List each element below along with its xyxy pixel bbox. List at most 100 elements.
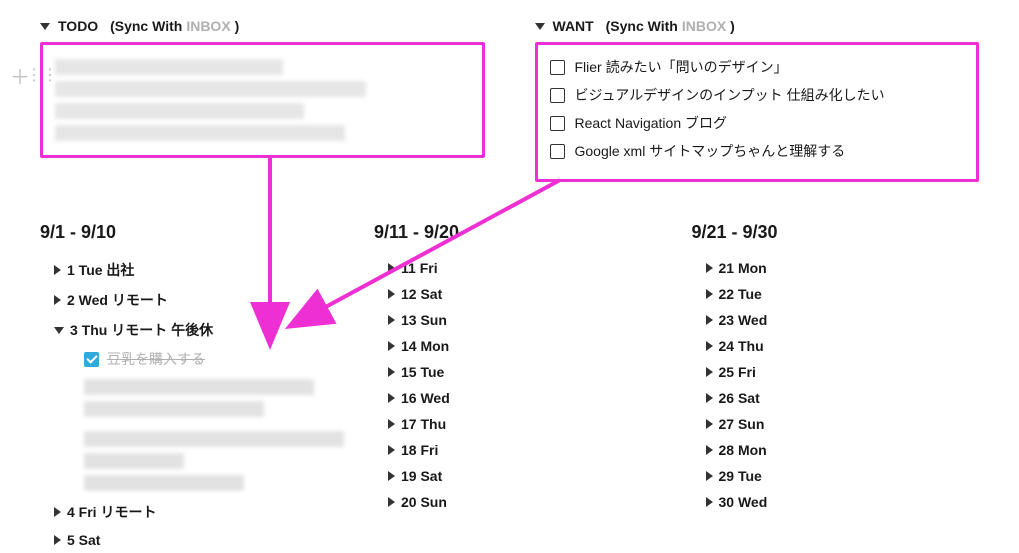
day-toggle[interactable]: 26 Sat [706,385,980,411]
day-toggle[interactable]: 4 Fri リモート [54,497,344,527]
day-toggle[interactable]: 23 Wed [706,307,980,333]
chevron-right-icon[interactable] [388,289,395,299]
day-label: 27 Sun [719,416,765,432]
day-toggle[interactable]: 25 Fri [706,359,980,385]
day-toggle[interactable]: 5 Sat [54,527,344,553]
sync-label-open: (Sync With [110,18,182,34]
chevron-right-icon[interactable] [388,393,395,403]
subtask-text: 豆乳を購入する [107,349,205,369]
redacted-block [84,379,344,491]
day-label: 24 Thu [719,338,764,354]
want-item[interactable]: Flier 読みたい「問いのデザイン」 [550,53,965,81]
day-label: 12 Sat [401,286,442,302]
day-toggle[interactable]: 17 Thu [388,411,662,437]
day-label: 14 Mon [401,338,449,354]
day-toggle[interactable]: 15 Tue [388,359,662,385]
day-toggle[interactable]: 28 Mon [706,437,980,463]
chevron-right-icon[interactable] [706,419,713,429]
chevron-right-icon[interactable] [388,367,395,377]
day-label: 29 Tue [719,468,762,484]
todo-header[interactable]: TODO (Sync With INBOX) [40,18,485,34]
day-toggle[interactable]: 16 Wed [388,385,662,411]
chevron-right-icon[interactable] [706,497,713,507]
checkbox-icon[interactable] [550,116,565,131]
day-toggle[interactable]: 1 Tue 出社 [54,255,344,285]
day-toggle[interactable]: 20 Sun [388,489,662,515]
day-toggle[interactable]: 18 Fri [388,437,662,463]
chevron-right-icon[interactable] [388,315,395,325]
chevron-right-icon[interactable] [706,471,713,481]
day-toggle[interactable]: 11 Fri [388,255,662,281]
todo-highlight-box [40,42,485,158]
calendar-columns: 9/1 - 9/10 1 Tue 出社 2 Wed リモート 3 Thu リモー… [40,222,979,553]
day-toggle[interactable]: 13 Sun [388,307,662,333]
day-label: 4 Fri リモート [67,502,156,522]
day-label: 19 Sat [401,468,442,484]
chevron-right-icon[interactable] [388,263,395,273]
redacted-line [55,59,283,75]
chevron-right-icon[interactable] [706,393,713,403]
day-label: 17 Thu [401,416,446,432]
chevron-right-icon[interactable] [706,445,713,455]
chevron-right-icon[interactable] [388,341,395,351]
want-title: WANT [553,18,594,34]
checkbox-icon[interactable] [550,88,565,103]
chevron-right-icon[interactable] [706,367,713,377]
checkbox-icon[interactable] [550,144,565,159]
chevron-right-icon[interactable] [54,265,61,275]
day-toggle[interactable]: 24 Thu [706,333,980,359]
day-label: 28 Mon [719,442,767,458]
range-column: 9/11 - 9/20 11 Fri12 Sat13 Sun14 Mon15 T… [374,222,662,553]
day-toggle[interactable]: 29 Tue [706,463,980,489]
day-toggle[interactable]: 19 Sat [388,463,662,489]
day-label: 26 Sat [719,390,760,406]
sync-label-close: ) [730,18,735,34]
chevron-right-icon[interactable] [706,341,713,351]
want-highlight-box: Flier 読みたい「問いのデザイン」 ビジュアルデザインのインプット 仕組み化… [535,42,980,182]
chevron-right-icon[interactable] [706,289,713,299]
day-label: 25 Fri [719,364,756,380]
day-toggle[interactable]: 30 Wed [706,489,980,515]
checkbox-icon[interactable] [550,60,565,75]
range-column: 9/1 - 9/10 1 Tue 出社 2 Wed リモート 3 Thu リモー… [40,222,344,553]
want-item-text: Flier 読みたい「問いのデザイン」 [575,57,788,77]
day-toggle[interactable]: 21 Mon [706,255,980,281]
chevron-right-icon[interactable] [706,263,713,273]
chevron-right-icon[interactable] [388,471,395,481]
checkbox-checked-icon[interactable] [84,352,99,367]
redacted-line [55,81,366,97]
chevron-right-icon[interactable] [388,445,395,455]
chevron-right-icon[interactable] [54,295,61,305]
day-subtask[interactable]: 豆乳を購入する [84,345,344,373]
range-column: 9/21 - 9/30 21 Mon 22 Tue 23 Wed 24 Thu 25 F… [692,222,980,553]
chevron-down-icon[interactable] [54,327,64,334]
range-title: 9/21 - 9/30 [692,222,980,243]
want-item[interactable]: ビジュアルデザインのインプット 仕組み化したい [550,81,965,109]
day-toggle[interactable]: 22 Tue [706,281,980,307]
day-toggle[interactable]: 3 Thu リモート 午後休 [54,315,344,345]
range-title: 9/1 - 9/10 [40,222,344,243]
want-item[interactable]: Google xml サイトマップちゃんと理解する [550,137,965,165]
day-label: 22 Tue [719,286,762,302]
chevron-right-icon[interactable] [388,497,395,507]
want-item[interactable]: React Navigation ブログ [550,109,965,137]
chevron-down-icon[interactable] [40,23,50,30]
day-label: 13 Sun [401,312,447,328]
want-header[interactable]: WANT (Sync With INBOX) [535,18,980,34]
day-label: 2 Wed リモート [67,290,168,310]
chevron-down-icon[interactable] [535,23,545,30]
chevron-right-icon[interactable] [706,315,713,325]
chevron-right-icon[interactable] [388,419,395,429]
day-toggle[interactable]: 27 Sun [706,411,980,437]
day-toggle[interactable]: 12 Sat [388,281,662,307]
drag-handle-icon[interactable]: ⋮⋮ [26,68,58,84]
day-toggle[interactable]: 14 Mon [388,333,662,359]
sync-label-close: ) [235,18,240,34]
want-item-text: ビジュアルデザインのインプット 仕組み化したい [575,85,885,105]
chevron-right-icon[interactable] [54,507,61,517]
want-item-text: React Navigation ブログ [575,113,728,133]
day-toggle[interactable]: 2 Wed リモート [54,285,344,315]
day-label: 5 Sat [67,532,100,548]
day-label: 30 Wed [719,494,768,510]
want-section: WANT (Sync With INBOX) Flier 読みたい「問いのデザイ… [535,18,980,182]
